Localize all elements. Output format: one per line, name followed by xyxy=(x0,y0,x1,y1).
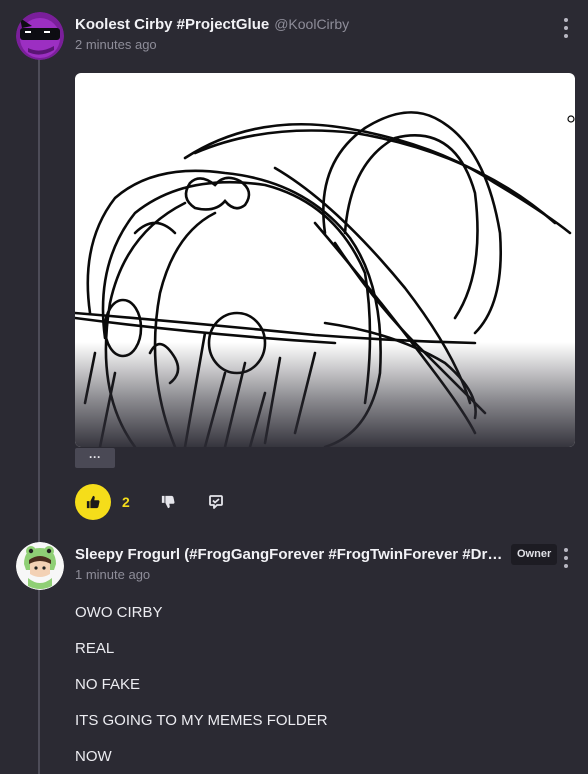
avatar[interactable] xyxy=(16,542,64,590)
post-header: Sleepy Frogurl (#FrogGangForever #FrogTw… xyxy=(75,546,548,582)
like-count: 2 xyxy=(122,494,130,510)
post-text-line: NOW xyxy=(75,748,112,765)
post-body: OWO CIRBY REAL NO FAKE ITS GOING TO MY M… xyxy=(75,604,328,774)
user-handle[interactable]: @KoolCirby xyxy=(274,16,349,32)
post-header: Koolest Cirby #ProjectGlue @KoolCirby 2 … xyxy=(75,16,548,52)
post-actions: 2 xyxy=(75,484,226,520)
post-text-line: OWO CIRBY xyxy=(75,604,163,621)
reply-icon[interactable] xyxy=(206,492,226,512)
post-text-line: ITS GOING TO MY MEMES FOLDER xyxy=(75,712,328,729)
image-fade-overlay xyxy=(75,342,575,447)
username[interactable]: Koolest Cirby #ProjectGlue xyxy=(75,16,269,33)
post-text-line: REAL xyxy=(75,640,115,657)
timestamp: 2 minutes ago xyxy=(75,37,157,52)
expand-more-button[interactable]: ··· xyxy=(75,448,115,468)
kebab-menu-icon[interactable] xyxy=(560,548,572,568)
timestamp: 1 minute ago xyxy=(75,567,151,582)
thumbs-down-icon[interactable] xyxy=(158,492,178,512)
thread-line xyxy=(38,58,40,774)
post-image[interactable] xyxy=(75,73,575,447)
owner-badge: Owner xyxy=(511,544,558,565)
kebab-menu-icon[interactable] xyxy=(560,18,572,38)
post-text-line: NO FAKE xyxy=(75,676,141,693)
thumbs-up-icon[interactable] xyxy=(75,484,111,520)
avatar[interactable] xyxy=(16,12,64,60)
username[interactable]: Sleepy Frogurl (#FrogGangForever #FrogTw… xyxy=(75,546,503,563)
